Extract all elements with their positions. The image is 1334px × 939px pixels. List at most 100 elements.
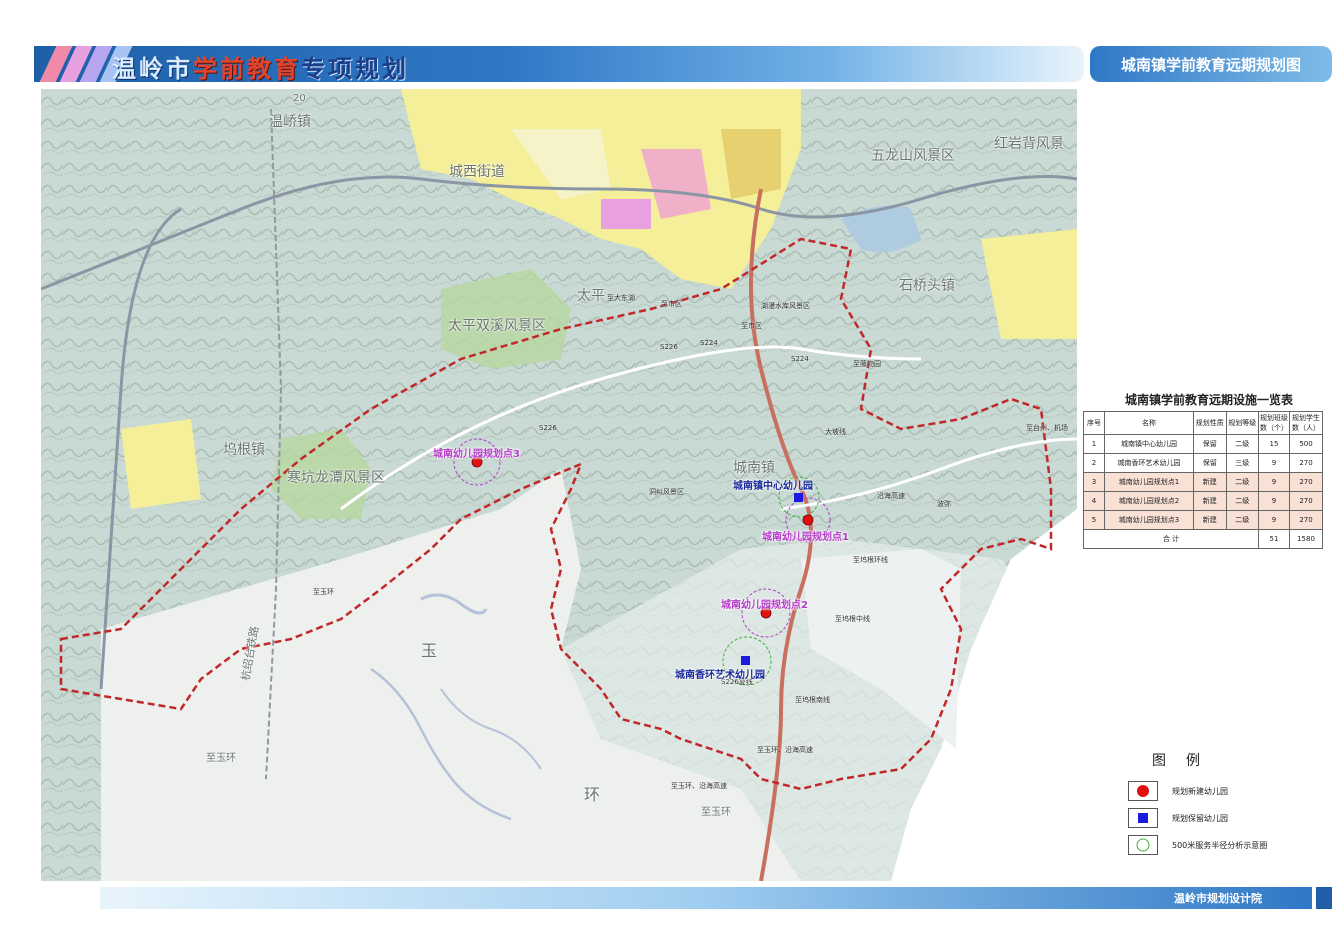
facility-table: 序号 名称 规划性质 规划等级 规划班级数（个） 规划学生数（人） 1 城南镇中… [1083,411,1323,549]
cell-classes: 9 [1258,510,1290,530]
map-canvas[interactable]: 温峤镇 城西街道 五龙山风景区 红岩背风景 太平 太平双溪风景区 石桥头镇 坞根… [41,89,1077,881]
cell-grade: 三级 [1225,453,1259,473]
legend-item-radius: 500米服务半径分析示意圈 [1128,835,1267,855]
red-circle-icon [1128,781,1158,801]
column-header: 规划班级数（个） [1258,411,1290,435]
road-label: 至大东湖 [607,294,635,302]
cell-grade: 二级 [1225,491,1259,511]
place-name: 城西街道 [449,164,505,180]
table-total-row: 合 计 51 1580 [1083,529,1323,549]
road-label: 大坡线 [825,428,846,436]
place-name: 环 [584,785,601,804]
urban-area [121,419,201,509]
column-header: 名称 [1104,411,1194,435]
road-label: 波弥 [937,500,951,508]
road-label: 至台州、机场 [1026,424,1068,432]
cell-nature: 新建 [1193,472,1227,492]
road-label: 至市区 [741,322,762,330]
place-name: 20 [293,93,306,104]
banner-title-part2: 学前教育 [193,55,301,82]
cell-total-students: 1580 [1289,529,1323,549]
cell-students: 270 [1289,491,1323,511]
road-label: S226 [660,343,678,351]
map-graphics [41,89,1077,881]
road-label: 至玉环、沿海高速 [757,746,813,754]
road-label: S226 [539,424,557,432]
banner-title: 温岭市学前教育专项规划 [112,49,409,82]
map-title: 城南镇学前教育远期规划图 [1090,46,1332,82]
cell-no: 4 [1083,491,1105,511]
cell-name: 城南幼儿园规划点3 [1104,510,1194,530]
place-name: 城南镇 [733,460,775,476]
kindergarten-label[interactable]: 城南幼儿园规划点2 [721,596,808,611]
table-row: 4 城南幼儿园规划点2 新建 二级 9 270 [1083,491,1323,511]
kindergarten-label[interactable]: 城南镇中心幼儿园 [733,477,813,492]
column-header: 规划性质 [1193,411,1227,435]
column-header: 规划等级 [1225,411,1259,435]
cell-classes: 9 [1258,472,1290,492]
table-row: 5 城南幼儿园规划点3 新建 二级 9 270 [1083,510,1323,530]
new-kindergarten-marker[interactable] [802,514,814,526]
cell-grade: 二级 [1225,472,1259,492]
place-name: 太平 [577,288,605,304]
legend-label: 规划新建幼儿园 [1172,786,1228,796]
place-name: 石桥头镇 [899,278,955,294]
blue-square-icon [1128,808,1158,828]
kept-kindergarten-marker[interactable] [741,656,750,665]
place-name: 至玉环 [206,753,236,764]
banner-title-part3: 专项规划 [301,55,409,82]
cell-nature: 保留 [1193,453,1227,473]
road-label: 至玉环 [313,588,334,596]
cell-grade: 二级 [1225,510,1259,530]
cell-nature: 新建 [1193,510,1227,530]
cell-total-label: 合 计 [1083,529,1259,549]
cell-no: 5 [1083,510,1105,530]
road-label: 至坞根南线 [795,696,830,704]
cell-nature: 保留 [1193,434,1227,454]
place-name: 五龙山风景区 [871,148,955,164]
cell-classes: 9 [1258,491,1290,511]
road-label: 至玉环、沿海高速 [671,782,727,790]
table-row: 2 城南香环艺术幼儿园 保留 三级 9 270 [1083,453,1323,473]
cell-no: 2 [1083,453,1105,473]
kept-kindergarten-marker[interactable] [794,493,803,502]
kindergarten-label[interactable]: 城南香环艺术幼儿园 [675,666,765,681]
cell-classes: 9 [1258,453,1290,473]
cell-nature: 新建 [1193,491,1227,511]
place-name: 寒坑龙潭风景区 [287,470,385,486]
column-header: 规划学生数（人） [1289,411,1323,435]
cell-name: 城南香环艺术幼儿园 [1104,453,1194,473]
road-label: 湖漫水库风景区 [761,302,810,310]
footer-end-block [1316,887,1332,909]
place-name: 至玉环 [701,807,731,818]
cell-total-classes: 51 [1258,529,1290,549]
legend-title: 图例 [1152,753,1220,769]
cell-no: 3 [1083,472,1105,492]
cell-name: 城南镇中心幼儿园 [1104,434,1194,454]
place-name: 红岩背风景 [994,136,1064,152]
table-row: 3 城南幼儿园规划点1 新建 二级 9 270 [1083,472,1323,492]
legend-item-new: 规划新建幼儿园 [1128,781,1228,801]
road-label: S224 [791,355,809,363]
cell-classes: 15 [1258,434,1290,454]
urban-plot [601,199,651,229]
road-label: S224 [700,339,718,347]
kindergarten-label[interactable]: 城南幼儿园规划点1 [762,528,849,543]
cell-students: 270 [1289,453,1323,473]
cell-grade: 二级 [1225,434,1259,454]
road-label: 至坞根中线 [835,615,870,623]
road-label: 至藤物园 [853,360,881,368]
road-label: 洞纠风景区 [649,488,684,496]
table-title: 城南镇学前教育远期设施一览表 [1124,393,1293,407]
kindergarten-label[interactable]: 城南幼儿园规划点3 [433,445,520,460]
place-name: 太平双溪风景区 [448,318,546,334]
cell-students: 270 [1289,472,1323,492]
footer-org: 温岭市规划设计院 [1174,892,1262,905]
footer-bar: 温岭市规划设计院 [100,887,1312,909]
table-header-row: 序号 名称 规划性质 规划等级 规划班级数（个） 规划学生数（人） [1083,411,1323,435]
place-name: 玉 [421,641,438,660]
legend-item-keep: 规划保留幼儿园 [1128,808,1228,828]
road-label: 沿海高速 [877,492,905,500]
banner-title-part1: 温岭市 [112,55,193,82]
road-label: 至坞根环线 [853,556,888,564]
